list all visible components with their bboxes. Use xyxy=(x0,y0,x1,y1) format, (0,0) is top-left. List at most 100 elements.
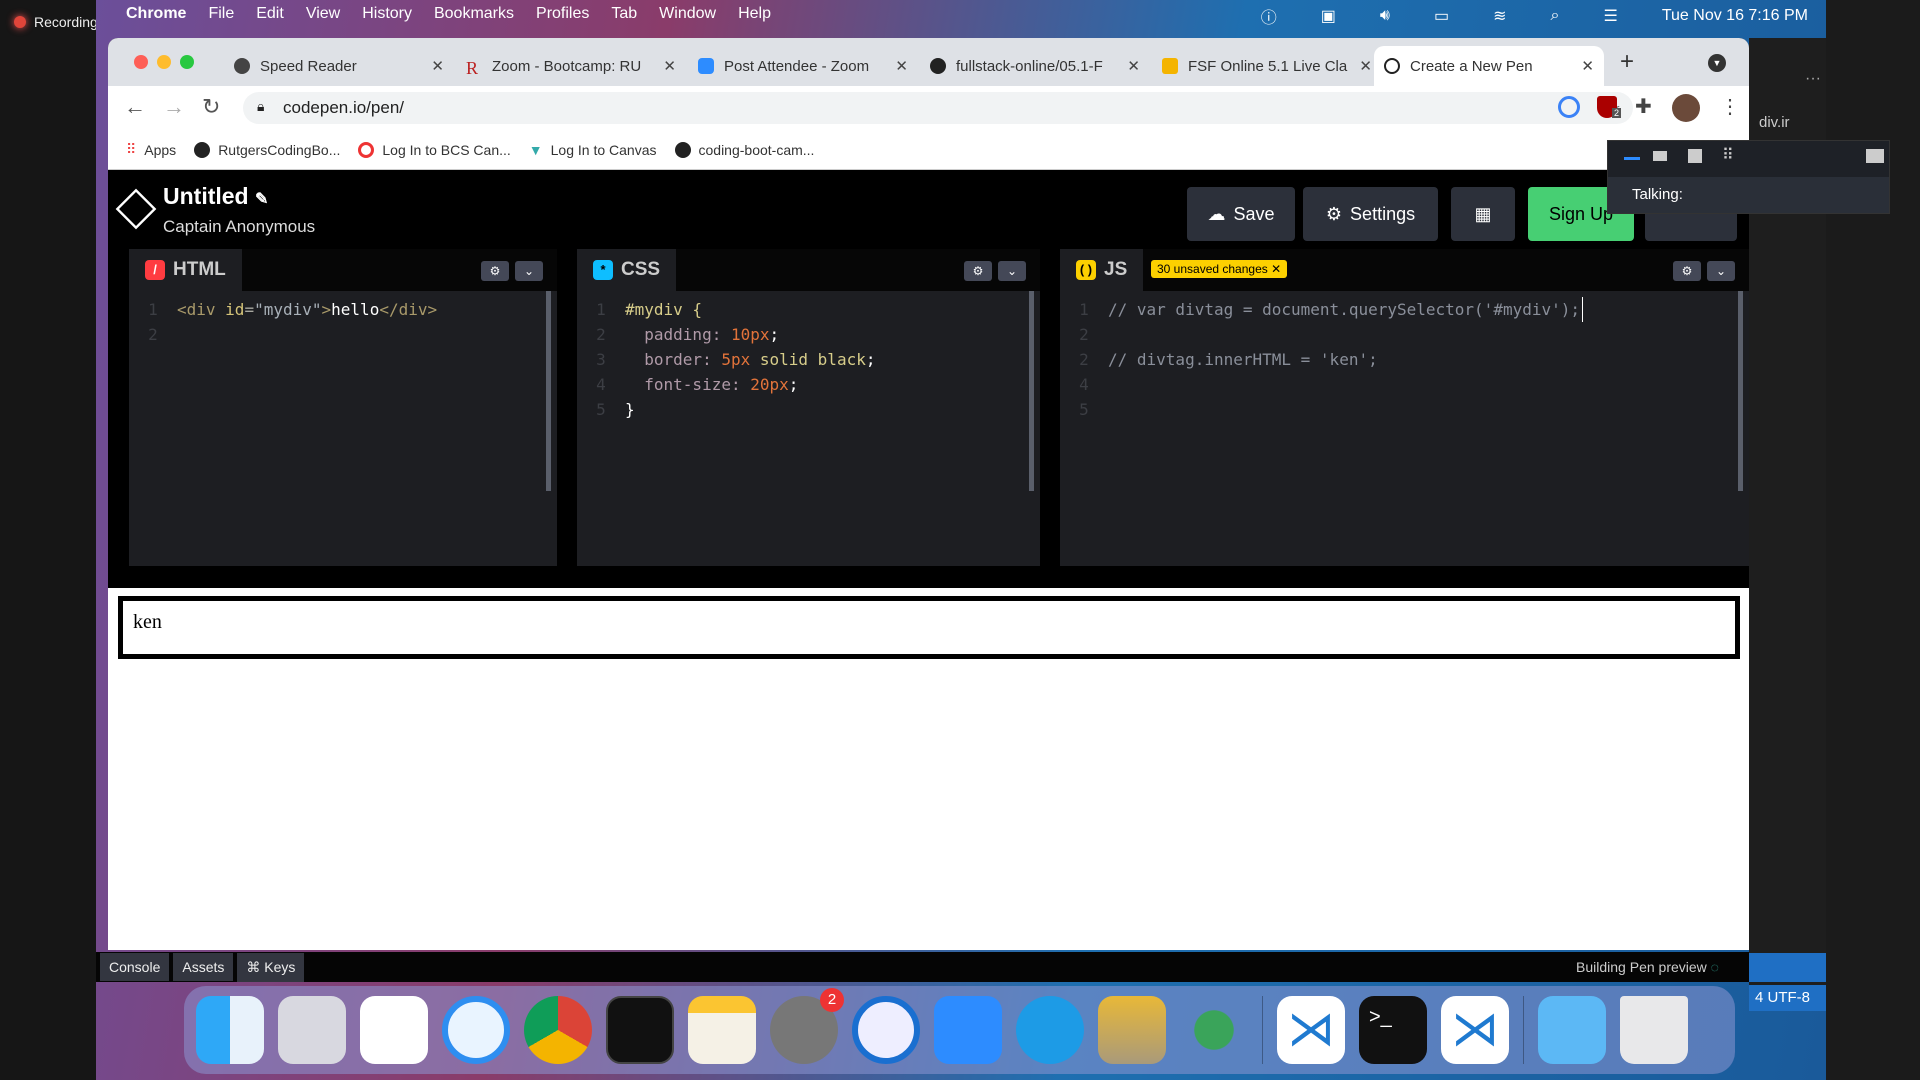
close-tab-icon[interactable]: ✕ xyxy=(1127,57,1140,75)
close-tab-icon[interactable]: ✕ xyxy=(431,57,444,75)
css-collapse-button[interactable]: ⌄ xyxy=(998,261,1026,281)
js-tab[interactable]: ( ) JS xyxy=(1060,249,1144,291)
css-scrollbar[interactable] xyxy=(1029,291,1034,491)
bookmark-rutgers[interactable]: RutgersCodingBo... xyxy=(194,141,340,158)
pen-title[interactable]: Untitled ✎ xyxy=(163,183,268,210)
minimize-view-icon[interactable] xyxy=(1624,157,1640,160)
pen-author[interactable]: Captain Anonymous xyxy=(163,217,315,237)
wifi-icon[interactable]: ≋ xyxy=(1493,6,1506,26)
menu-view[interactable]: View xyxy=(306,5,340,23)
js-scrollbar[interactable] xyxy=(1738,291,1743,491)
css-tab[interactable]: * CSS xyxy=(577,249,677,291)
vscode-encoding[interactable]: 4 UTF-8 xyxy=(1749,985,1826,1011)
battery-icon[interactable]: ▭ xyxy=(1434,6,1449,26)
tab-search-icon[interactable]: ▼ xyxy=(1708,54,1726,72)
rocket-app-icon[interactable] xyxy=(1180,996,1248,1064)
more-icon[interactable]: ··· xyxy=(1805,70,1821,88)
keys-button[interactable]: ⌘ Keys xyxy=(237,952,305,982)
finder-app-icon[interactable] xyxy=(196,996,264,1064)
notes-app-icon[interactable] xyxy=(688,996,756,1064)
minimize-window-button[interactable] xyxy=(157,55,171,69)
bookmark-bcs-canvas[interactable]: Log In to BCS Can... xyxy=(358,141,511,158)
tab-github[interactable]: fullstack-online/05.1-F ✕ xyxy=(920,46,1150,86)
close-tab-icon[interactable]: ✕ xyxy=(663,57,676,75)
css-editor[interactable]: * CSS ⚙ ⌄ 1 #mydiv { 2 padding: 10px; 3 bor… xyxy=(577,249,1040,566)
chrome-app-icon[interactable] xyxy=(524,996,592,1064)
pencil-icon[interactable]: ✎ xyxy=(255,191,268,208)
close-tab-icon[interactable]: ✕ xyxy=(895,57,908,75)
html-editor[interactable]: / HTML ⚙ ⌄ 1 <div id="mydiv">hello</div> 2 xyxy=(129,249,557,566)
menu-window[interactable]: Window xyxy=(659,5,716,23)
save-button[interactable]: ☁ Save xyxy=(1187,187,1295,241)
tab-post-attendee[interactable]: Post Attendee - Zoom ✕ xyxy=(688,46,918,86)
tab-create-new-pen[interactable]: Create a New Pen ✕ xyxy=(1374,46,1604,86)
close-badge-icon[interactable]: ✕ xyxy=(1271,262,1281,276)
html-code[interactable]: 1 <div id="mydiv">hello</div> 2 xyxy=(129,291,557,347)
speaker-view-icon[interactable] xyxy=(1653,151,1667,161)
gallery-view-icon[interactable]: ⠿ xyxy=(1722,145,1734,165)
menu-app[interactable]: Chrome xyxy=(126,5,186,23)
onepassword-icon[interactable]: ⓘ xyxy=(1261,4,1277,28)
vscode-app-icon[interactable]: ⋊ xyxy=(1277,996,1345,1064)
bookmark-apps[interactable]: ⠿ Apps xyxy=(126,141,176,158)
settings-button[interactable]: ⚙ Settings xyxy=(1303,187,1438,241)
clock[interactable]: Tue Nov 16 7:16 PM xyxy=(1662,7,1808,25)
slack-app-icon[interactable] xyxy=(360,996,428,1064)
css-settings-button[interactable]: ⚙ xyxy=(964,261,992,281)
css-code[interactable]: 1 #mydiv { 2 padding: 10px; 3 border: 5px… xyxy=(577,291,1040,422)
back-icon[interactable]: ← xyxy=(124,94,146,120)
extensions-puzzle-icon[interactable]: ✚ xyxy=(1635,94,1652,119)
console-button[interactable]: Console xyxy=(100,953,170,981)
reload-icon[interactable]: ↻ xyxy=(202,94,220,120)
maximize-window-button[interactable] xyxy=(180,55,194,69)
close-window-button[interactable] xyxy=(134,55,148,69)
preview-frame[interactable]: ken xyxy=(108,588,1749,950)
docker-app-icon[interactable] xyxy=(1016,996,1084,1064)
bookmark-canvas[interactable]: ▼ Log In to Canvas xyxy=(529,142,657,158)
downloads-folder-icon[interactable] xyxy=(1538,996,1606,1064)
trash-icon[interactable] xyxy=(1620,996,1688,1064)
html-scrollbar[interactable] xyxy=(546,291,551,491)
close-tab-icon[interactable]: ✕ xyxy=(1359,57,1372,75)
tab-fsf-online[interactable]: FSF Online 5.1 Live Cla ✕ xyxy=(1152,46,1382,86)
onepassword-extension-icon[interactable] xyxy=(1558,96,1580,118)
layout-button[interactable]: ▦ xyxy=(1451,187,1515,241)
vscode-app-icon-2[interactable]: ⋊ xyxy=(1441,996,1509,1064)
tab-zoom-bootcamp[interactable]: R Zoom - Bootcamp: RU ✕ xyxy=(456,46,686,86)
html-tab[interactable]: / HTML xyxy=(129,249,242,291)
codepen-logo-icon[interactable] xyxy=(115,188,157,230)
js-settings-button[interactable]: ⚙ xyxy=(1673,261,1701,281)
menu-edit[interactable]: Edit xyxy=(256,5,284,23)
address-bar[interactable]: 🔒︎codepen.io/pen/☆ xyxy=(243,92,1633,124)
search-icon[interactable]: ⌕ xyxy=(1551,7,1560,25)
bookmark-coding-boot-camp[interactable]: coding-boot-cam... xyxy=(674,141,814,158)
new-tab-button[interactable]: + xyxy=(1620,48,1634,76)
control-center-icon[interactable]: ☰ xyxy=(1604,6,1618,26)
safari-app-icon[interactable] xyxy=(442,996,510,1064)
display-icon[interactable]: ▣ xyxy=(1321,6,1336,26)
launchpad-app-icon[interactable] xyxy=(278,996,346,1064)
assets-button[interactable]: Assets xyxy=(173,953,234,981)
zoom-app-icon[interactable] xyxy=(934,996,1002,1064)
profile-avatar[interactable] xyxy=(1672,94,1700,122)
exit-view-icon[interactable] xyxy=(1866,149,1884,163)
html-settings-button[interactable]: ⚙ xyxy=(481,261,509,281)
menu-file[interactable]: File xyxy=(208,5,234,23)
menu-profiles[interactable]: Profiles xyxy=(536,5,589,23)
unsaved-changes-badge[interactable]: 30 unsaved changes ✕ xyxy=(1151,260,1288,278)
js-collapse-button[interactable]: ⌄ xyxy=(1707,261,1735,281)
sequel-pro-app-icon[interactable] xyxy=(1098,996,1166,1064)
menu-history[interactable]: History xyxy=(362,5,412,23)
vscode-breadcrumb[interactable]: div.ir xyxy=(1759,114,1790,131)
forward-icon[interactable]: → xyxy=(163,94,185,120)
close-tab-icon[interactable]: ✕ xyxy=(1581,57,1594,75)
onepassword-app-icon[interactable] xyxy=(852,996,920,1064)
chrome-menu-icon[interactable]: ⋮ xyxy=(1720,94,1740,119)
menu-help[interactable]: Help xyxy=(738,5,771,23)
html-collapse-button[interactable]: ⌄ xyxy=(515,261,543,281)
ublock-extension-icon[interactable]: 2 xyxy=(1597,96,1621,118)
stacked-view-icon[interactable] xyxy=(1688,149,1702,163)
terminal-window-icon[interactable]: >_ xyxy=(1359,996,1427,1064)
js-editor[interactable]: ( ) JS 30 unsaved changes ✕ ⚙ ⌄ 1 // var di… xyxy=(1060,249,1749,566)
volume-icon[interactable]: 🔊︎ xyxy=(1380,7,1390,25)
